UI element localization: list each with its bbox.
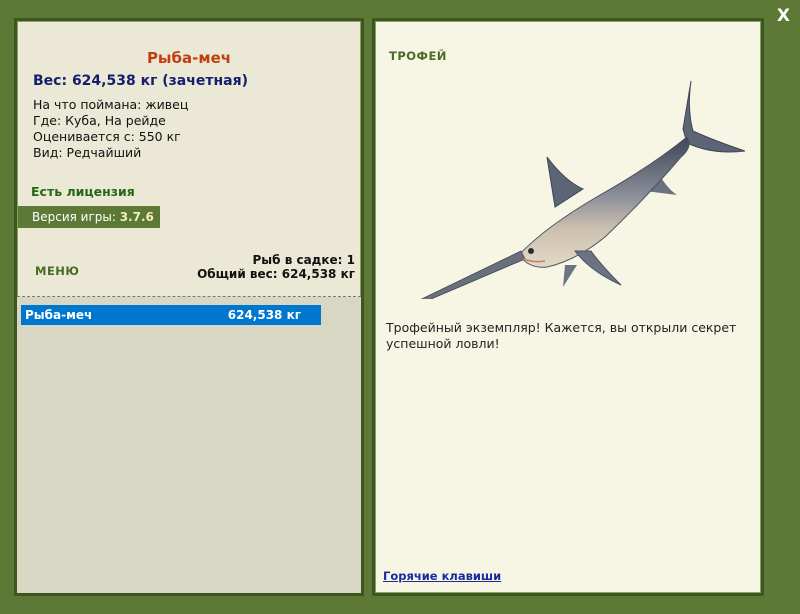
list-item-weight: 624,538 кг (227, 308, 301, 322)
info-location: Где: Куба, На рейде (33, 113, 166, 128)
list-item[interactable]: Рыба-меч 624,538 кг (21, 305, 321, 325)
license-status: Есть лицензия (31, 184, 135, 199)
menu-button[interactable]: МЕНЮ (35, 264, 79, 278)
trophy-panel: ТРОФЕЙ Трофейный экземпляр! Кажется, вы (372, 18, 764, 596)
hotkeys-link[interactable]: Горячие клавиши (383, 569, 501, 583)
list-item-name: Рыба-меч (25, 308, 93, 322)
catch-info-panel: Рыба-меч Вес: 624,538 кг (зачетная) На ч… (14, 18, 364, 596)
version-label: Версия игры: (32, 210, 120, 224)
swordfish-image (420, 80, 745, 299)
version-number: 3.7.6 (119, 210, 154, 224)
info-bait: На что поймана: живец (33, 97, 189, 112)
info-rated-from: Оценивается с: 550 кг (33, 129, 181, 144)
info-species-rarity: Вид: Редчайший (33, 145, 142, 160)
fish-weight: Вес: 624,538 кг (зачетная) (33, 73, 248, 89)
close-button[interactable]: X (777, 6, 790, 26)
total-weight: Общий вес: 624,538 кг (197, 267, 355, 281)
trophy-description: Трофейный экземпляр! Кажется, вы открыли… (386, 320, 737, 351)
catch-list: Рыба-меч 624,538 кг (17, 297, 361, 593)
fish-name-title: Рыба-меч (146, 49, 232, 67)
game-version-badge: Версия игры: 3.7.6 (18, 206, 160, 228)
fish-count: Рыб в садке: 1 (252, 253, 356, 267)
